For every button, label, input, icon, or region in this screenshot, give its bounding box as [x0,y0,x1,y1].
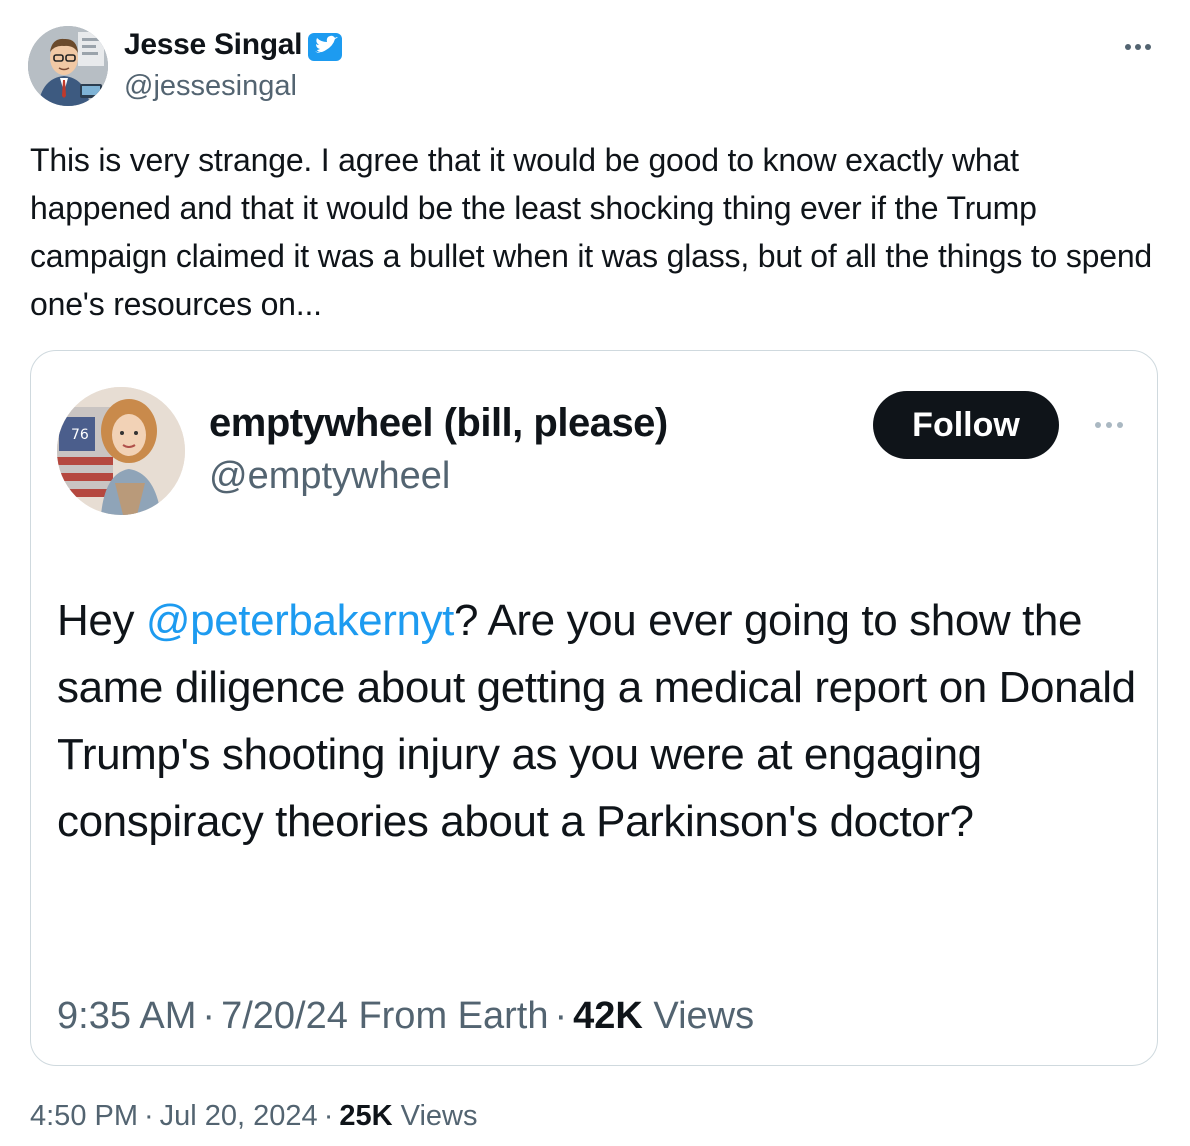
tweet-text: This is very strange. I agree that it wo… [30,142,1153,322]
quoted-date[interactable]: 7/20/24 [221,995,348,1037]
quoted-more-options-button[interactable] [1087,413,1131,437]
quoted-text-prefix: Hey [57,596,146,645]
tweet-time[interactable]: 4:50 PM [30,1100,138,1132]
tweet-meta: 4:50 PM · Jul 20, 2024 · 25K Views [30,1100,477,1133]
svg-text:76: 76 [71,427,89,443]
woman-with-flag-avatar-icon: 76 [57,387,185,515]
verified-badge-icon [308,33,342,61]
quoted-author-handle[interactable]: @emptywheel [209,455,450,498]
views-label[interactable]: Views [401,1100,478,1132]
quoted-views-label: Views [653,995,755,1037]
separator: · [144,1100,154,1132]
mention-link[interactable]: @peterbakernyt [146,596,455,645]
author-avatar[interactable] [28,26,108,106]
separator: · [554,995,568,1037]
quoted-tweet-card[interactable]: 76 emptywheel (bill, please) @emptywheel… [30,350,1158,1066]
follow-button[interactable]: Follow [873,391,1059,459]
tweet-date[interactable]: Jul 20, 2024 [160,1100,318,1132]
quoted-time[interactable]: 9:35 AM [57,995,196,1037]
quoted-views-count: 42K [573,995,643,1037]
cartoon-man-avatar-icon [28,26,108,106]
author-name[interactable]: Jesse Singal [124,28,302,62]
quoted-tweet-text: Hey @peterbakernyt? Are you ever going t… [57,587,1147,855]
quoted-author-avatar[interactable]: 76 [57,387,185,515]
quoted-tweet-meta: 9:35 AM · 7/20/24 From Earth · 42K Views [57,995,754,1038]
quoted-source: From Earth [358,995,549,1037]
separator: · [202,995,216,1037]
separator: · [323,1100,334,1132]
more-options-button[interactable] [1112,26,1164,66]
views-count[interactable]: 25K [339,1100,392,1132]
quoted-author-name[interactable]: emptywheel (bill, please) [209,401,668,446]
tweet: Jesse Singal @jessesingal This is very s… [0,0,1190,1146]
author-handle[interactable]: @jessesingal [124,70,297,103]
